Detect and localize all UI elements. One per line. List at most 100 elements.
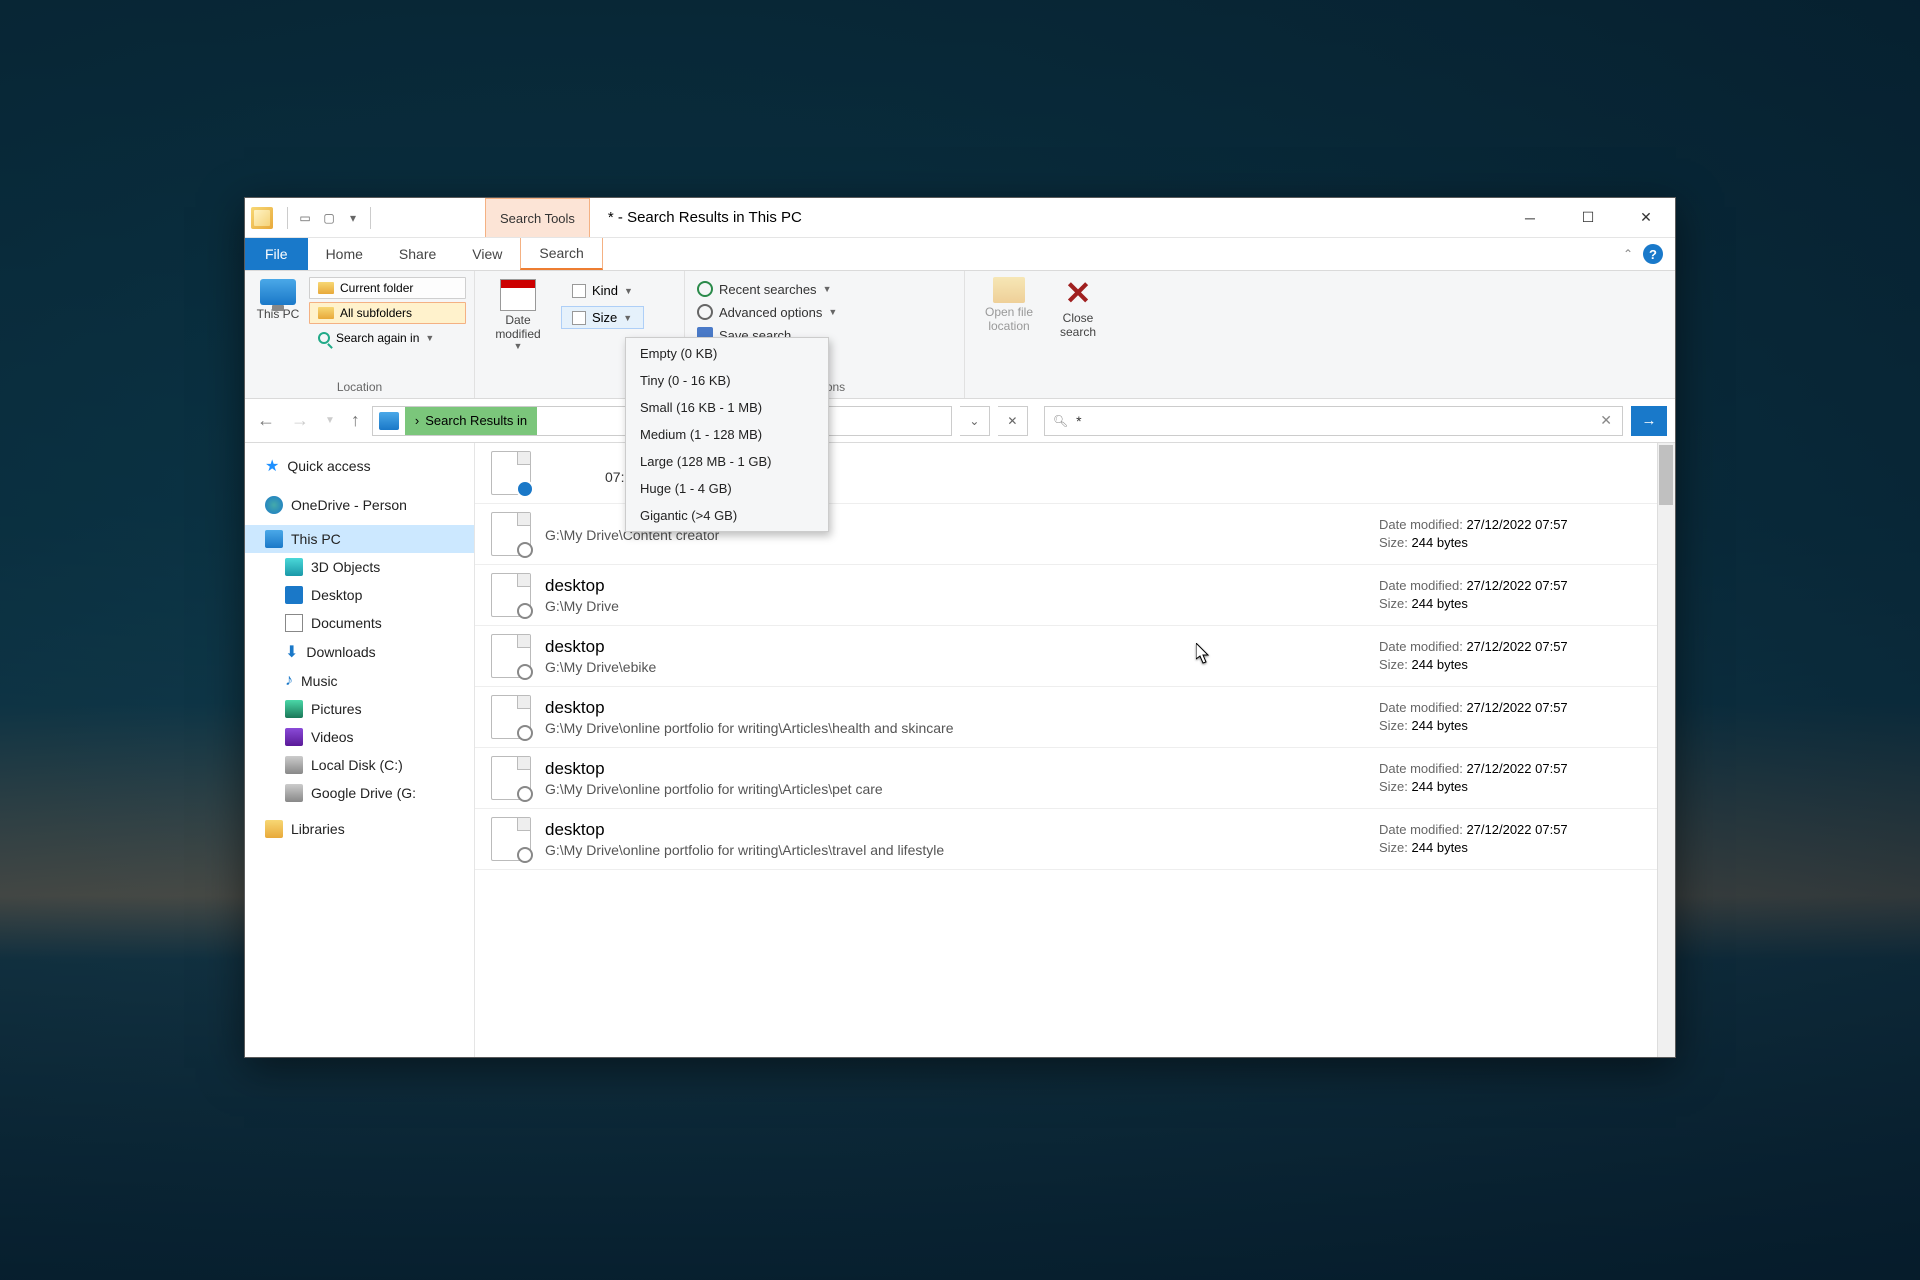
- search-query[interactable]: *: [1076, 413, 1590, 429]
- size-filter-dropdown: Empty (0 KB) Tiny (0 - 16 KB) Small (16 …: [625, 337, 829, 532]
- disk-icon: [285, 784, 303, 802]
- recent-searches-button[interactable]: Recent searches ▼: [693, 279, 956, 299]
- sidebar-item-this-pc[interactable]: This PC: [245, 525, 474, 553]
- scrollbar-vertical[interactable]: [1657, 443, 1675, 1057]
- tab-search[interactable]: Search: [520, 238, 602, 270]
- close-search-button[interactable]: ✕ Close search: [1053, 277, 1103, 396]
- video-icon: [285, 728, 303, 746]
- config-badge-icon: [517, 786, 533, 802]
- date-modified-button[interactable]: Date modified▼: [483, 275, 553, 365]
- cube-icon: [285, 558, 303, 576]
- current-folder-button[interactable]: Current folder: [309, 277, 466, 299]
- tab-view[interactable]: View: [454, 238, 520, 270]
- qat-customize-icon[interactable]: ▾: [342, 207, 364, 229]
- back-button[interactable]: ←: [253, 408, 279, 433]
- refresh-stop-button[interactable]: ✕: [998, 406, 1028, 436]
- navigation-pane: ★Quick access OneDrive - Person This PC …: [245, 443, 475, 1057]
- download-icon: ⬇: [285, 642, 298, 662]
- size-option-empty[interactable]: Empty (0 KB): [626, 340, 828, 367]
- sidebar-item-onedrive[interactable]: OneDrive - Person: [245, 491, 474, 519]
- up-button[interactable]: ↑: [347, 408, 364, 433]
- this-pc-button[interactable]: This PC: [253, 275, 303, 349]
- close-button[interactable]: ✕: [1617, 198, 1675, 238]
- result-name: desktop: [545, 759, 1365, 779]
- close-x-icon: ✕: [1065, 277, 1092, 309]
- recent-locations-button[interactable]: ▼: [321, 413, 339, 428]
- open-file-location-button[interactable]: Open file location: [979, 277, 1039, 396]
- list-item[interactable]: desktop G:\My Drive\online portfolio for…: [475, 687, 1675, 748]
- search-icon: [318, 332, 330, 344]
- result-path: G:\My Drive: [545, 598, 1365, 614]
- list-item[interactable]: desktop G:\My Drive Date modified: 27/12…: [475, 565, 1675, 626]
- sidebar-item-libraries[interactable]: Libraries: [245, 815, 474, 843]
- pc-icon: [265, 530, 283, 548]
- result-date: 27/12/2022 07:57: [1466, 517, 1567, 532]
- size-option-huge[interactable]: Huge (1 - 4 GB): [626, 475, 828, 502]
- sidebar-item-downloads[interactable]: ⬇Downloads: [245, 637, 474, 667]
- search-box[interactable]: 🔍︎ * ✕: [1044, 406, 1623, 436]
- location-group-label: Location: [253, 380, 466, 396]
- collapse-ribbon-icon[interactable]: ⌃: [1623, 247, 1633, 261]
- monitor-icon: [260, 279, 296, 305]
- clock-icon: [697, 281, 713, 297]
- all-subfolders-button[interactable]: All subfolders: [309, 302, 466, 324]
- breadcrumb[interactable]: ›Search Results in: [405, 407, 537, 435]
- content-area: ★Quick access OneDrive - Person This PC …: [245, 443, 1675, 1057]
- sidebar-item-desktop[interactable]: Desktop: [245, 581, 474, 609]
- list-item[interactable]: desktop G:\My Drive\online portfolio for…: [475, 748, 1675, 809]
- kind-button[interactable]: Kind ▼: [561, 279, 644, 302]
- list-item[interactable]: desktop G:\My Drive\ebike Date modified:…: [475, 626, 1675, 687]
- minimize-button[interactable]: ─: [1501, 198, 1559, 238]
- document-icon: [572, 311, 586, 325]
- result-name: desktop: [545, 576, 1365, 596]
- result-path: G:\My Drive\online portfolio for writing…: [545, 842, 1365, 858]
- size-option-gigantic[interactable]: Gigantic (>4 GB): [626, 502, 828, 529]
- desktop-icon: [285, 586, 303, 604]
- result-path: G:\My Drive\online portfolio for writing…: [545, 781, 1365, 797]
- result-name: desktop: [545, 637, 1365, 657]
- size-button[interactable]: Size ▼: [561, 306, 644, 329]
- search-tools-contextual-tab: Search Tools: [485, 198, 590, 237]
- clear-search-button[interactable]: ✕: [1590, 412, 1622, 429]
- help-icon[interactable]: ?: [1643, 244, 1663, 264]
- file-icon: [491, 573, 531, 617]
- file-icon: [491, 512, 531, 556]
- tab-home[interactable]: Home: [308, 238, 381, 270]
- qat-newfolder-icon[interactable]: ▢: [318, 207, 340, 229]
- result-path: G:\My Drive\ebike: [545, 659, 1365, 675]
- music-icon: ♪: [285, 672, 293, 690]
- file-explorer-window: ▭ ▢ ▾ Search Tools * - Search Results in…: [244, 197, 1676, 1058]
- sidebar-item-quick-access[interactable]: ★Quick access: [245, 451, 474, 481]
- sidebar-item-documents[interactable]: Documents: [245, 609, 474, 637]
- list-item[interactable]: desktop G:\My Drive\online portfolio for…: [475, 809, 1675, 870]
- size-label: Size:: [1379, 535, 1408, 550]
- size-option-medium[interactable]: Medium (1 - 128 MB): [626, 421, 828, 448]
- scrollbar-thumb[interactable]: [1659, 445, 1673, 505]
- size-option-small[interactable]: Small (16 KB - 1 MB): [626, 394, 828, 421]
- search-again-in-button[interactable]: Search again in ▼: [309, 327, 466, 349]
- maximize-button[interactable]: ☐: [1559, 198, 1617, 238]
- file-icon: [491, 695, 531, 739]
- qat-properties-icon[interactable]: ▭: [294, 207, 316, 229]
- sidebar-item-local-disk[interactable]: Local Disk (C:): [245, 751, 474, 779]
- size-option-large[interactable]: Large (128 MB - 1 GB): [626, 448, 828, 475]
- size-option-tiny[interactable]: Tiny (0 - 16 KB): [626, 367, 828, 394]
- address-history-button[interactable]: ⌄: [960, 406, 990, 436]
- sidebar-item-google-drive[interactable]: Google Drive (G:: [245, 779, 474, 807]
- tab-file[interactable]: File: [245, 238, 308, 270]
- cloud-icon: [265, 496, 283, 514]
- sidebar-item-3d-objects[interactable]: 3D Objects: [245, 553, 474, 581]
- folder-up-icon: [993, 277, 1025, 303]
- advanced-options-button[interactable]: Advanced options ▼: [693, 302, 956, 322]
- search-submit-button[interactable]: →: [1631, 406, 1667, 436]
- sidebar-item-videos[interactable]: Videos: [245, 723, 474, 751]
- tab-share[interactable]: Share: [381, 238, 454, 270]
- config-badge-icon: [517, 725, 533, 741]
- sidebar-item-music[interactable]: ♪Music: [245, 667, 474, 695]
- date-modified-label: Date modified:: [1379, 517, 1463, 532]
- file-icon: [491, 451, 531, 495]
- forward-button[interactable]: →: [287, 408, 313, 433]
- search-results-pane: 07:57 G:\My Drive\Content creator Date m…: [475, 443, 1675, 1057]
- result-name: desktop: [545, 698, 1365, 718]
- sidebar-item-pictures[interactable]: Pictures: [245, 695, 474, 723]
